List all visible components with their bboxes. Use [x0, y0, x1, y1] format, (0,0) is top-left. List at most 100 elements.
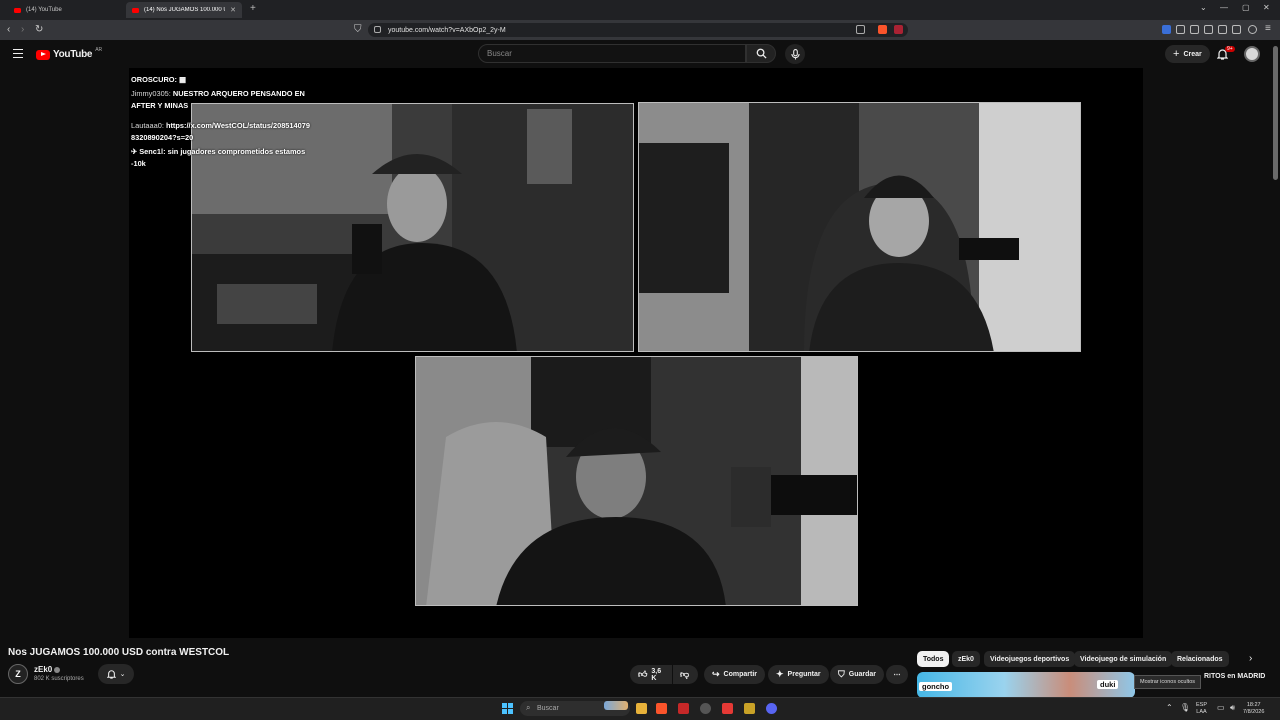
lang-bottom: LAA: [1196, 709, 1207, 715]
minimize-icon[interactable]: —: [1220, 3, 1228, 12]
taskbar-search-placeholder: Buscar: [537, 705, 559, 712]
close-tab-icon[interactable]: ✕: [230, 6, 236, 14]
share-button[interactable]: ↪ Compartir: [704, 665, 765, 684]
browser-tab-strip: (14) YouTube (14) Nos JUGAMOS 100.000 US…: [0, 0, 1280, 20]
browser-menu-icon[interactable]: ≡: [1265, 23, 1271, 35]
maximize-icon[interactable]: ▢: [1242, 3, 1250, 12]
chat-user: Jimmy0305:: [131, 89, 173, 98]
show-hidden-icons-chevron-icon[interactable]: ⌃: [1166, 704, 1173, 712]
file-explorer-icon[interactable]: [636, 703, 647, 714]
reload-icon[interactable]: ↻: [35, 24, 43, 36]
ask-button[interactable]: ✦ Preguntar: [768, 665, 829, 684]
clock-time: 18:27: [1246, 702, 1261, 708]
media-icon[interactable]: [1190, 25, 1199, 34]
more-actions-button[interactable]: ⋯: [886, 665, 908, 684]
sidebar-icon[interactable]: [1204, 25, 1213, 34]
guide-menu-icon[interactable]: [13, 49, 23, 58]
forward-icon[interactable]: ›: [21, 24, 24, 36]
chip-simulation[interactable]: Videojuego de simulación: [1074, 651, 1173, 667]
settings-app-icon[interactable]: [700, 703, 711, 714]
address-bar[interactable]: youtube.com/watch?v=AXbOp2_2y-M: [368, 23, 908, 37]
save-label: Guardar: [848, 671, 876, 678]
chevron-down-icon: ⌄: [119, 671, 126, 678]
browser-tab-video[interactable]: (14) Nos JUGAMOS 100.000 US ✕: [126, 2, 242, 18]
back-icon[interactable]: ‹: [7, 24, 10, 36]
chip-todos[interactable]: Todos: [917, 651, 950, 667]
brave-browser-icon[interactable]: [656, 703, 667, 714]
thumbnail-tag: goncho: [919, 682, 953, 691]
calendar-app-icon[interactable]: [678, 703, 689, 714]
new-tab-icon[interactable]: +: [250, 3, 256, 14]
voice-search-button[interactable]: [785, 44, 805, 64]
mic-tray-icon[interactable]: 🎙︎: [1180, 704, 1190, 712]
page-scrollbar[interactable]: [1273, 46, 1278, 180]
discord-icon[interactable]: [766, 703, 777, 714]
more-dots-icon: ⋯: [893, 671, 901, 679]
chevron-right-icon[interactable]: ›: [1249, 653, 1252, 664]
window-dropdown-icon[interactable]: ⌄: [1200, 3, 1207, 12]
microphone-icon: [790, 48, 800, 59]
search-icon: [756, 48, 767, 59]
site-info-icon[interactable]: [374, 26, 381, 33]
subscriber-count: 802 K suscriptores: [34, 676, 84, 682]
chat-message: Jimmy0305: NUESTRO ARQUERO PENSANDO EN A…: [131, 88, 311, 112]
browser-tab-youtube[interactable]: (14) YouTube: [8, 2, 124, 18]
notifications-badge: 9+: [1225, 46, 1235, 52]
game-launcher-icon[interactable]: [744, 703, 755, 714]
plus-icon: +: [1173, 48, 1180, 60]
camera-feed-bottom: [415, 356, 858, 606]
tab-title: (14) Nos JUGAMOS 100.000 US: [144, 7, 226, 13]
leo-icon[interactable]: [1248, 25, 1257, 34]
like-count: 3,6 K: [651, 667, 662, 682]
subscription-notifications-button[interactable]: ⌄: [98, 664, 134, 684]
cast-icon[interactable]: [856, 25, 865, 34]
video-title: Nos JUGAMOS 100.000 USD contra WESTCOL: [8, 647, 230, 658]
video-player[interactable]: OROSCURO: ▦ Jimmy0305: NUESTRO ARQUERO P…: [129, 68, 1143, 638]
youtube-masthead: YouTube AR Buscar + Crear 9+: [0, 40, 1280, 68]
like-button[interactable]: 👍︎ 3,6 K: [630, 665, 672, 684]
chat-text: ▦: [179, 75, 187, 84]
recommended-video-title[interactable]: RITOS en MADRID: [1204, 673, 1265, 680]
create-button[interactable]: + Crear: [1165, 45, 1210, 63]
close-window-icon[interactable]: ✕: [1263, 3, 1270, 12]
url-text: youtube.com/watch?v=AXbOp2_2y-M: [388, 26, 506, 34]
create-label: Crear: [1183, 50, 1202, 58]
youtube-favicon-icon: [132, 7, 139, 13]
channel-avatar[interactable]: Z: [8, 664, 28, 684]
save-button[interactable]: ⛉ Guardar: [830, 665, 884, 684]
channel-name[interactable]: zEk0: [34, 665, 61, 674]
volume-icon[interactable]: 🔊︎: [1230, 704, 1235, 712]
extensions-puzzle-icon[interactable]: [1176, 25, 1185, 34]
chip-sports-games[interactable]: Videojuegos deportivos: [984, 651, 1076, 667]
stream-chat-overlay: OROSCURO: ▦ Jimmy0305: NUESTRO ARQUERO P…: [131, 74, 311, 172]
share-label: Compartir: [723, 671, 757, 678]
search-button[interactable]: [746, 44, 776, 63]
network-icon[interactable]: ▭: [1217, 704, 1225, 712]
thumbnail-tag: duki: [1097, 680, 1119, 689]
brave-rewards-icon[interactable]: [894, 25, 903, 34]
chip-zeko[interactable]: zEk0: [952, 651, 980, 667]
chat-user: OROSCURO:: [131, 75, 180, 84]
bookmark-icon[interactable]: ⛉: [354, 24, 362, 36]
wallet-icon[interactable]: [1218, 25, 1227, 34]
search-input[interactable]: Buscar: [478, 44, 746, 63]
account-avatar[interactable]: [1244, 46, 1260, 62]
search-highlight-icon: [604, 701, 628, 710]
chat-user: Lautaaa0:: [131, 121, 166, 130]
camera-feed-top-right: [638, 102, 1081, 352]
chip-related[interactable]: Relacionados: [1171, 651, 1229, 667]
input-language[interactable]: ESP LAA: [1196, 702, 1207, 716]
clock[interactable]: 18:27 7/8/2026: [1243, 702, 1264, 716]
extension-icon[interactable]: [1162, 25, 1171, 34]
youtube-logo[interactable]: YouTube AR: [36, 47, 102, 60]
youtube-play-icon: [36, 49, 50, 60]
recommended-video-thumbnail[interactable]: goncho duki: [917, 672, 1135, 698]
vpn-icon[interactable]: [1232, 25, 1241, 34]
windows-start-icon[interactable]: [502, 703, 513, 714]
dislike-button[interactable]: 👎︎: [673, 665, 698, 684]
ask-label: Preguntar: [787, 671, 821, 678]
media-app-icon[interactable]: [722, 703, 733, 714]
brave-shields-icon[interactable]: [878, 25, 887, 34]
chat-message: Lautaaa0: https://x.com/WestCOL/status/2…: [131, 120, 311, 144]
bell-icon: [106, 670, 116, 679]
